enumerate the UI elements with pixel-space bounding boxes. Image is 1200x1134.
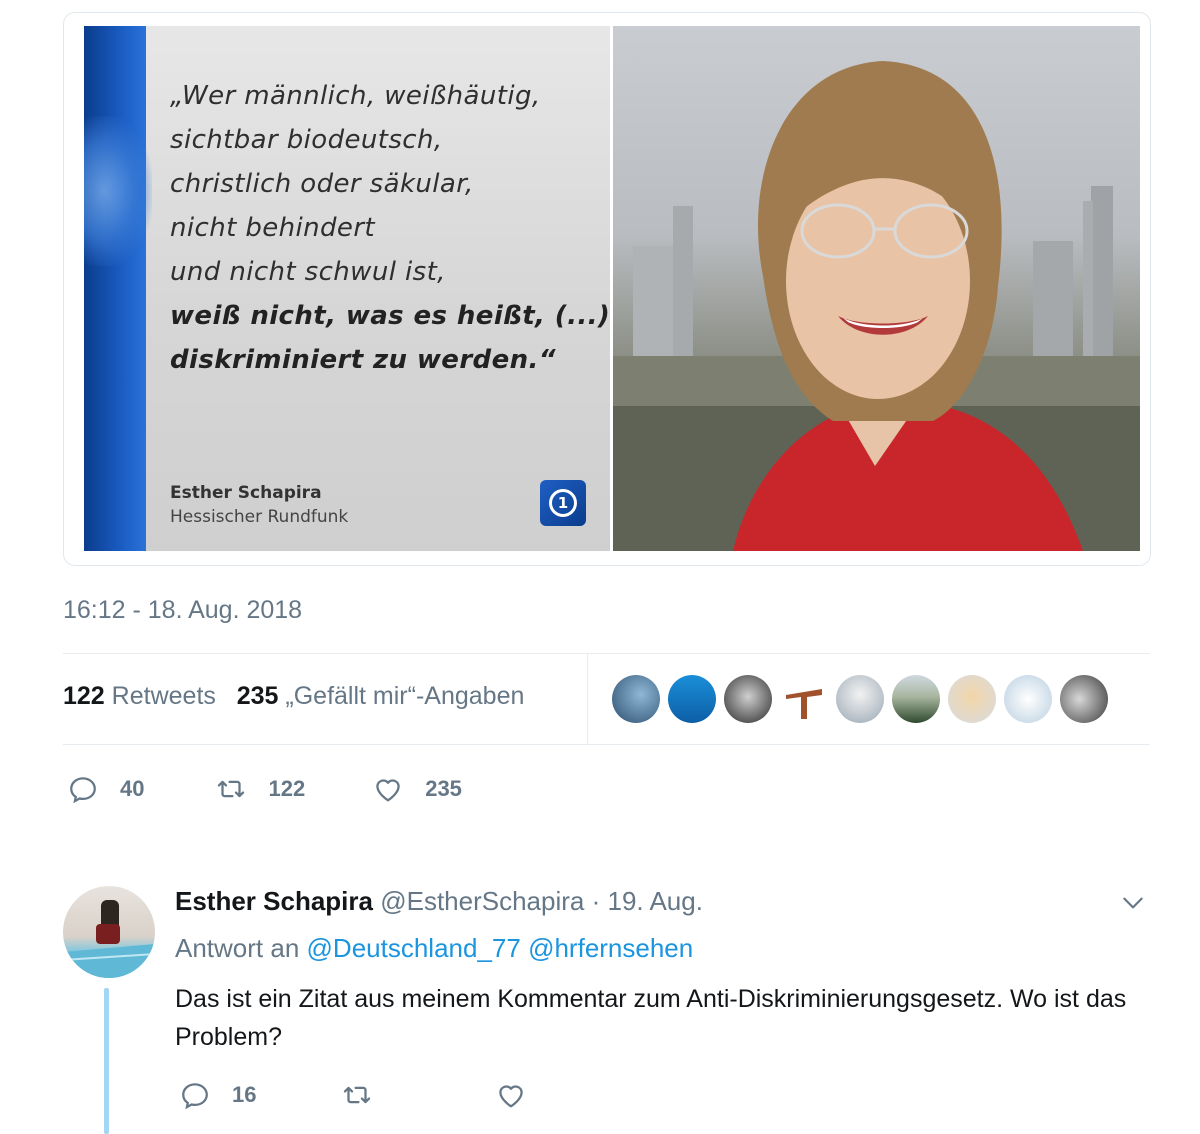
tagesschau-blue-strip — [84, 26, 146, 551]
quote-image[interactable]: „Wer männlich, weißhäutig, sichtbar biod… — [84, 26, 610, 551]
retweet-icon — [218, 780, 245, 798]
liker-avatar[interactable] — [1060, 675, 1108, 723]
globe-graphic — [84, 116, 152, 266]
portrait-illustration — [613, 61, 1140, 551]
reply-count: 40 — [120, 776, 145, 801]
thread-line — [104, 988, 109, 1134]
avatar-figure — [63, 900, 155, 978]
quote-line: sichtbar biodeutsch, — [170, 125, 443, 155]
tweet-stats: 122 Retweets 235 „Gefällt mir“-Angaben — [63, 682, 524, 711]
ard-logo-icon: 1 — [540, 480, 586, 526]
quote-line: nicht behindert — [170, 213, 375, 243]
liker-avatars — [612, 675, 1108, 723]
reply-header: Esther Schapira @EstherSchapira · 19. Au… — [175, 886, 703, 917]
retweets-stat[interactable]: 122 Retweets — [63, 682, 216, 710]
quote-line-bold: diskriminiert zu werden.“ — [170, 345, 556, 375]
reply-avatar[interactable] — [63, 886, 155, 978]
reply-button[interactable]: 16 — [178, 1078, 256, 1112]
liker-avatar[interactable] — [836, 675, 884, 723]
avatar-shape-icon — [786, 689, 822, 719]
reply-count: 16 — [232, 1082, 257, 1107]
liker-avatar[interactable] — [892, 675, 940, 723]
ard-logo-text: 1 — [549, 489, 577, 517]
tweet-actions: 40 122 235 — [66, 772, 462, 806]
reply-date[interactable]: 19. Aug. — [608, 886, 703, 916]
quote-line: „Wer männlich, weißhäutig, — [170, 81, 541, 111]
replying-to-label: Antwort an — [175, 933, 300, 963]
liker-avatar[interactable] — [724, 675, 772, 723]
mention-link[interactable]: @Deutschland_77 — [307, 933, 521, 963]
tweet-timestamp[interactable]: 16:12 - 18. Aug. 2018 — [63, 596, 302, 625]
retweet-button[interactable]: 122 — [214, 772, 305, 806]
quote-author-organization: Hessischer Rundfunk — [170, 507, 349, 527]
chevron-down-icon[interactable] — [1120, 890, 1146, 916]
quote-author-name: Esther Schapira — [170, 483, 322, 503]
replying-to: Antwort an @Deutschland_77 @hrfernsehen — [175, 933, 693, 964]
divider — [63, 744, 1150, 745]
like-button[interactable] — [494, 1078, 528, 1112]
quote-line: christlich oder säkular, — [170, 169, 474, 199]
reply-button[interactable]: 40 — [66, 772, 144, 806]
like-button[interactable]: 235 — [371, 772, 462, 806]
quote-line-bold: weiß nicht, was es heißt, (...) — [170, 301, 610, 331]
reply-author-handle[interactable]: @EstherSchapira — [380, 886, 584, 916]
heart-icon — [376, 779, 400, 802]
retweet-count: 122 — [268, 776, 306, 801]
stats-vertical-divider — [587, 654, 588, 744]
liker-avatar[interactable] — [1004, 675, 1052, 723]
heart-icon — [499, 1085, 524, 1108]
likes-count: 235 — [236, 682, 279, 710]
likes-stat[interactable]: 235 „Gefällt mir“-Angaben — [237, 682, 525, 710]
divider — [63, 653, 1150, 654]
quote-author-block: Esther Schapira Hessischer Rundfunk — [170, 481, 348, 529]
likes-label: „Gefällt mir“-Angaben — [285, 682, 525, 710]
reply-text: Das ist ein Zitat aus meinem Kommentar z… — [175, 985, 1127, 1051]
reply-icon — [70, 777, 96, 804]
reply-actions: 16 — [178, 1078, 528, 1112]
mention-link[interactable]: @hrfernsehen — [528, 933, 693, 963]
retweets-count: 122 — [63, 682, 105, 710]
retweet-icon — [344, 1086, 371, 1104]
reply-author-name[interactable]: Esther Schapira — [175, 886, 373, 916]
retweet-button[interactable] — [340, 1078, 374, 1112]
liker-avatar[interactable] — [948, 675, 996, 723]
quote-text: „Wer männlich, weißhäutig, sichtbar biod… — [170, 74, 610, 382]
like-count: 235 — [425, 776, 462, 801]
quote-line: und nicht schwul ist, — [170, 257, 446, 287]
retweets-label: Retweets — [111, 682, 216, 710]
reply-icon — [182, 1083, 208, 1110]
reply-separator: · — [591, 886, 601, 916]
liker-avatar[interactable] — [612, 675, 660, 723]
liker-avatar[interactable] — [668, 675, 716, 723]
portrait-photo[interactable] — [613, 26, 1140, 551]
liker-avatar[interactable] — [780, 675, 828, 723]
